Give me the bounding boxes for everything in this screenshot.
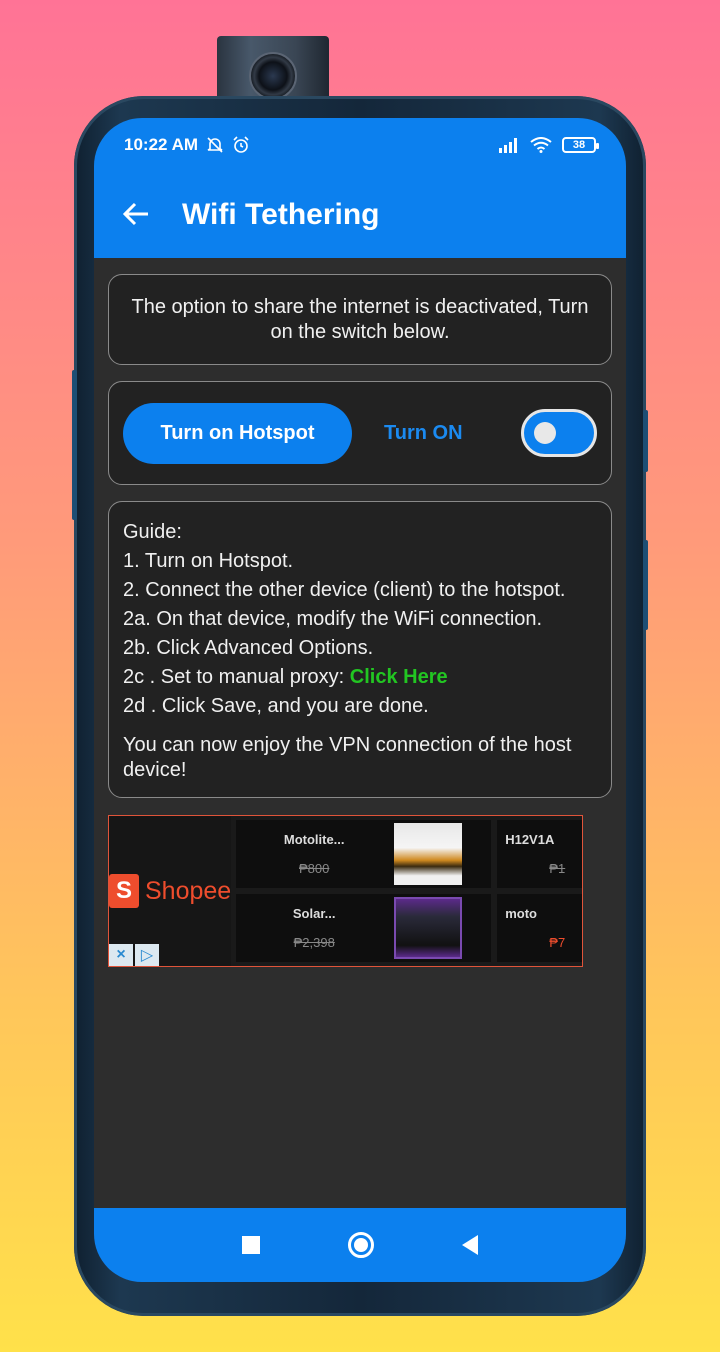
power-button (643, 540, 648, 630)
wifi-icon (530, 137, 552, 153)
camera-lens (249, 52, 297, 100)
navigation-bar (94, 1208, 626, 1282)
signal-icon (499, 138, 517, 153)
ad-product-grid: Motolite... ₱800 H12V1A ₱1 Solar... ₱2,3… (231, 816, 582, 966)
battery-icon: 38 (562, 137, 599, 153)
shopee-ad-banner[interactable]: S Shopee Motolite... ₱800 H12V1A ₱1 Sola… (108, 815, 583, 967)
phone-side-left (72, 370, 77, 520)
notice-card: The option to share the internet is deac… (108, 274, 612, 365)
status-bar: 10:22 AM 38 (94, 118, 626, 172)
ad-product-price: ₱7 (549, 935, 566, 950)
recents-square-icon[interactable] (242, 1236, 260, 1254)
ad-product-price: ₱800 (299, 861, 330, 876)
guide-step: 2. Connect the other device (client) to … (123, 579, 566, 601)
back-triangle-icon[interactable] (462, 1235, 478, 1255)
click-here-link[interactable]: Click Here (350, 666, 448, 688)
app-bar: Wifi Tethering (94, 172, 626, 258)
back-arrow-icon[interactable] (122, 197, 182, 234)
controls-card: Turn on Hotspot Turn ON (108, 381, 612, 485)
ad-product-tile[interactable]: moto ₱7 (497, 894, 582, 962)
notice-text: The option to share the internet is deac… (131, 295, 589, 343)
ad-product-name: Solar... (292, 906, 336, 921)
alarm-icon (233, 136, 249, 153)
ad-product-name: Motolite... (283, 832, 345, 847)
guide-step: 2c . Set to manual proxy: (123, 666, 345, 688)
ad-controls: × ▷ (109, 944, 159, 966)
ad-product-name: H12V1A (505, 832, 555, 847)
guide-step-proxy: 2c . Set to manual proxy: Click Here (123, 663, 597, 692)
ad-product-image (394, 823, 463, 885)
adchoices-icon[interactable]: ▷ (135, 944, 159, 966)
shopee-bag-icon: S (109, 874, 139, 908)
guide-step: 2b. Click Advanced Options. (123, 637, 374, 659)
volume-button (643, 410, 648, 472)
hotspot-toggle[interactable] (521, 409, 597, 457)
home-circle-icon[interactable] (348, 1232, 374, 1258)
screen: 10:22 AM 38 Wifi Tethering The option to… (94, 118, 626, 1282)
toggle-knob (534, 422, 556, 444)
ad-product-tile[interactable]: Motolite... ₱800 (236, 820, 492, 888)
bell-off-icon (207, 137, 223, 153)
ad-close-icon[interactable]: × (109, 944, 133, 966)
page-title: Wifi Tethering (182, 198, 380, 231)
toggle-state-label: Turn ON (384, 421, 463, 444)
turn-on-hotspot-button[interactable]: Turn on Hotspot (123, 402, 352, 464)
ad-product-tile[interactable]: H12V1A ₱1 (497, 820, 582, 888)
ad-product-price: ₱2,398 (293, 935, 335, 950)
shopee-brand-text: Shopee (145, 876, 232, 905)
battery-level: 38 (572, 139, 586, 151)
guide-footer: You can now enjoy the VPN connection of … (123, 734, 572, 781)
guide-step: 2d . Click Save, and you are done. (123, 695, 429, 717)
guide-step: 1. Turn on Hotspot. (123, 550, 294, 572)
main-content: The option to share the internet is deac… (94, 258, 626, 798)
guide-step: 2a. On that device, modify the WiFi conn… (123, 608, 543, 630)
shopee-bag-letter: S (115, 877, 132, 904)
ad-product-tile[interactable]: Solar... ₱2,398 (236, 894, 492, 962)
guide-card: Guide: 1. Turn on Hotspot. 2. Connect th… (108, 501, 612, 798)
ad-product-name: moto (505, 906, 537, 921)
ad-product-image (394, 897, 463, 959)
ad-product-price: ₱1 (549, 861, 566, 876)
status-time: 10:22 AM (124, 135, 199, 154)
guide-heading: Guide: (123, 521, 182, 543)
